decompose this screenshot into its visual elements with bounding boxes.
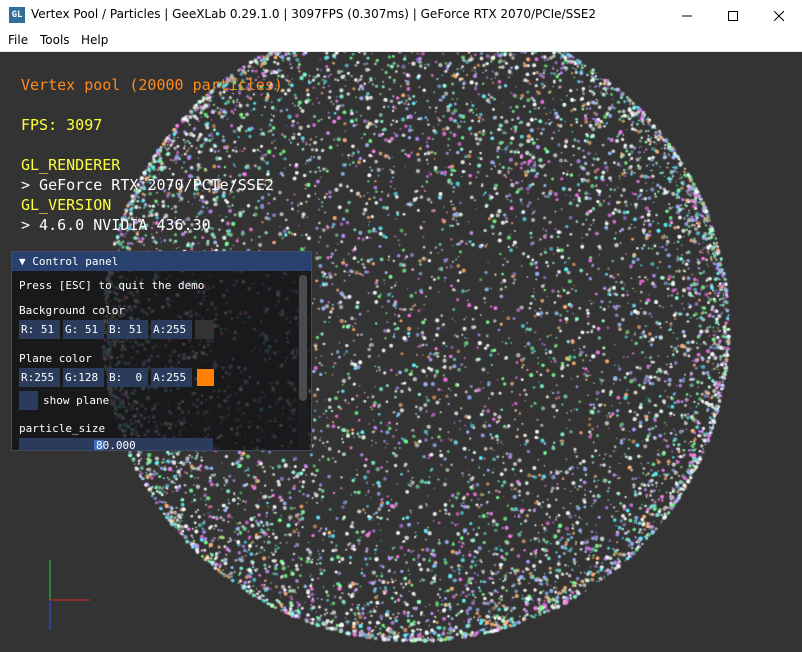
hud-version-value: > 4.6.0 NVIDIA 436.30 xyxy=(21,216,211,234)
show-plane-label: show plane xyxy=(43,394,110,407)
hud-renderer-value: > GeForce RTX 2070/PCIe/SSE2 xyxy=(21,176,274,194)
control-panel-header[interactable]: ▼ Control panel xyxy=(12,252,311,271)
particle-size-value: 80.000 xyxy=(96,439,136,451)
background-r-field[interactable]: R: 51 xyxy=(19,320,60,339)
plane-color-label: Plane color xyxy=(19,352,92,365)
menu-tools[interactable]: Tools xyxy=(40,33,70,47)
plane-color-swatch[interactable] xyxy=(197,369,214,386)
hud-version-label: GL_VERSION xyxy=(21,196,112,214)
window-title: Vertex Pool / Particles | GeeXLab 0.29.1… xyxy=(31,7,597,21)
hud-fps: FPS: 3097 xyxy=(21,116,103,134)
maximize-button[interactable] xyxy=(710,0,756,31)
background-color-label: Background color xyxy=(19,304,125,317)
render-viewport[interactable]: Vertex pool (20000 particles) FPS: 3097 … xyxy=(0,52,802,652)
background-g-field[interactable]: G: 51 xyxy=(63,320,104,339)
background-color-editor: R: 51 G: 51 B: 51 A:255 xyxy=(19,320,219,339)
plane-g-field[interactable]: G:128 xyxy=(63,368,104,387)
menu-bar: File Tools Help xyxy=(0,31,802,52)
hud-heading: Vertex pool (20000 particles) xyxy=(21,76,283,94)
menu-help[interactable]: Help xyxy=(81,33,108,47)
menu-file[interactable]: File xyxy=(8,33,28,47)
background-color-swatch[interactable] xyxy=(195,320,214,339)
geexlab-app-icon: GL xyxy=(9,7,25,23)
particle-size-label: particle_size xyxy=(19,422,106,435)
plane-r-field[interactable]: R:255 xyxy=(19,368,60,387)
control-panel-scroll-thumb[interactable] xyxy=(299,275,307,401)
quit-hint: Press [ESC] to quit the demo xyxy=(19,279,205,292)
maximize-icon xyxy=(728,10,738,21)
xyz-axes-gizmo xyxy=(49,560,90,630)
close-button[interactable] xyxy=(756,0,802,31)
minimize-button[interactable] xyxy=(664,0,710,31)
background-a-field[interactable]: A:255 xyxy=(151,320,192,339)
plane-color-editor: R:255 G:128 B: 0 A:255 xyxy=(19,368,219,387)
control-panel-scrollbar[interactable] xyxy=(298,273,308,449)
hud-renderer-label: GL_RENDERER xyxy=(21,156,121,174)
close-icon xyxy=(774,10,784,21)
control-panel[interactable]: ▼ Control panel Press [ESC] to quit the … xyxy=(11,251,312,451)
control-panel-title: ▼ Control panel xyxy=(19,255,119,268)
plane-b-field[interactable]: B: 0 xyxy=(107,368,148,387)
minimize-icon xyxy=(682,15,692,16)
particle-size-slider[interactable]: 80.000 xyxy=(19,438,213,451)
background-b-field[interactable]: B: 51 xyxy=(107,320,148,339)
title-bar[interactable]: GL Vertex Pool / Particles | GeeXLab 0.2… xyxy=(0,0,802,31)
show-plane-checkbox[interactable] xyxy=(19,391,38,410)
plane-a-field[interactable]: A:255 xyxy=(151,368,192,387)
